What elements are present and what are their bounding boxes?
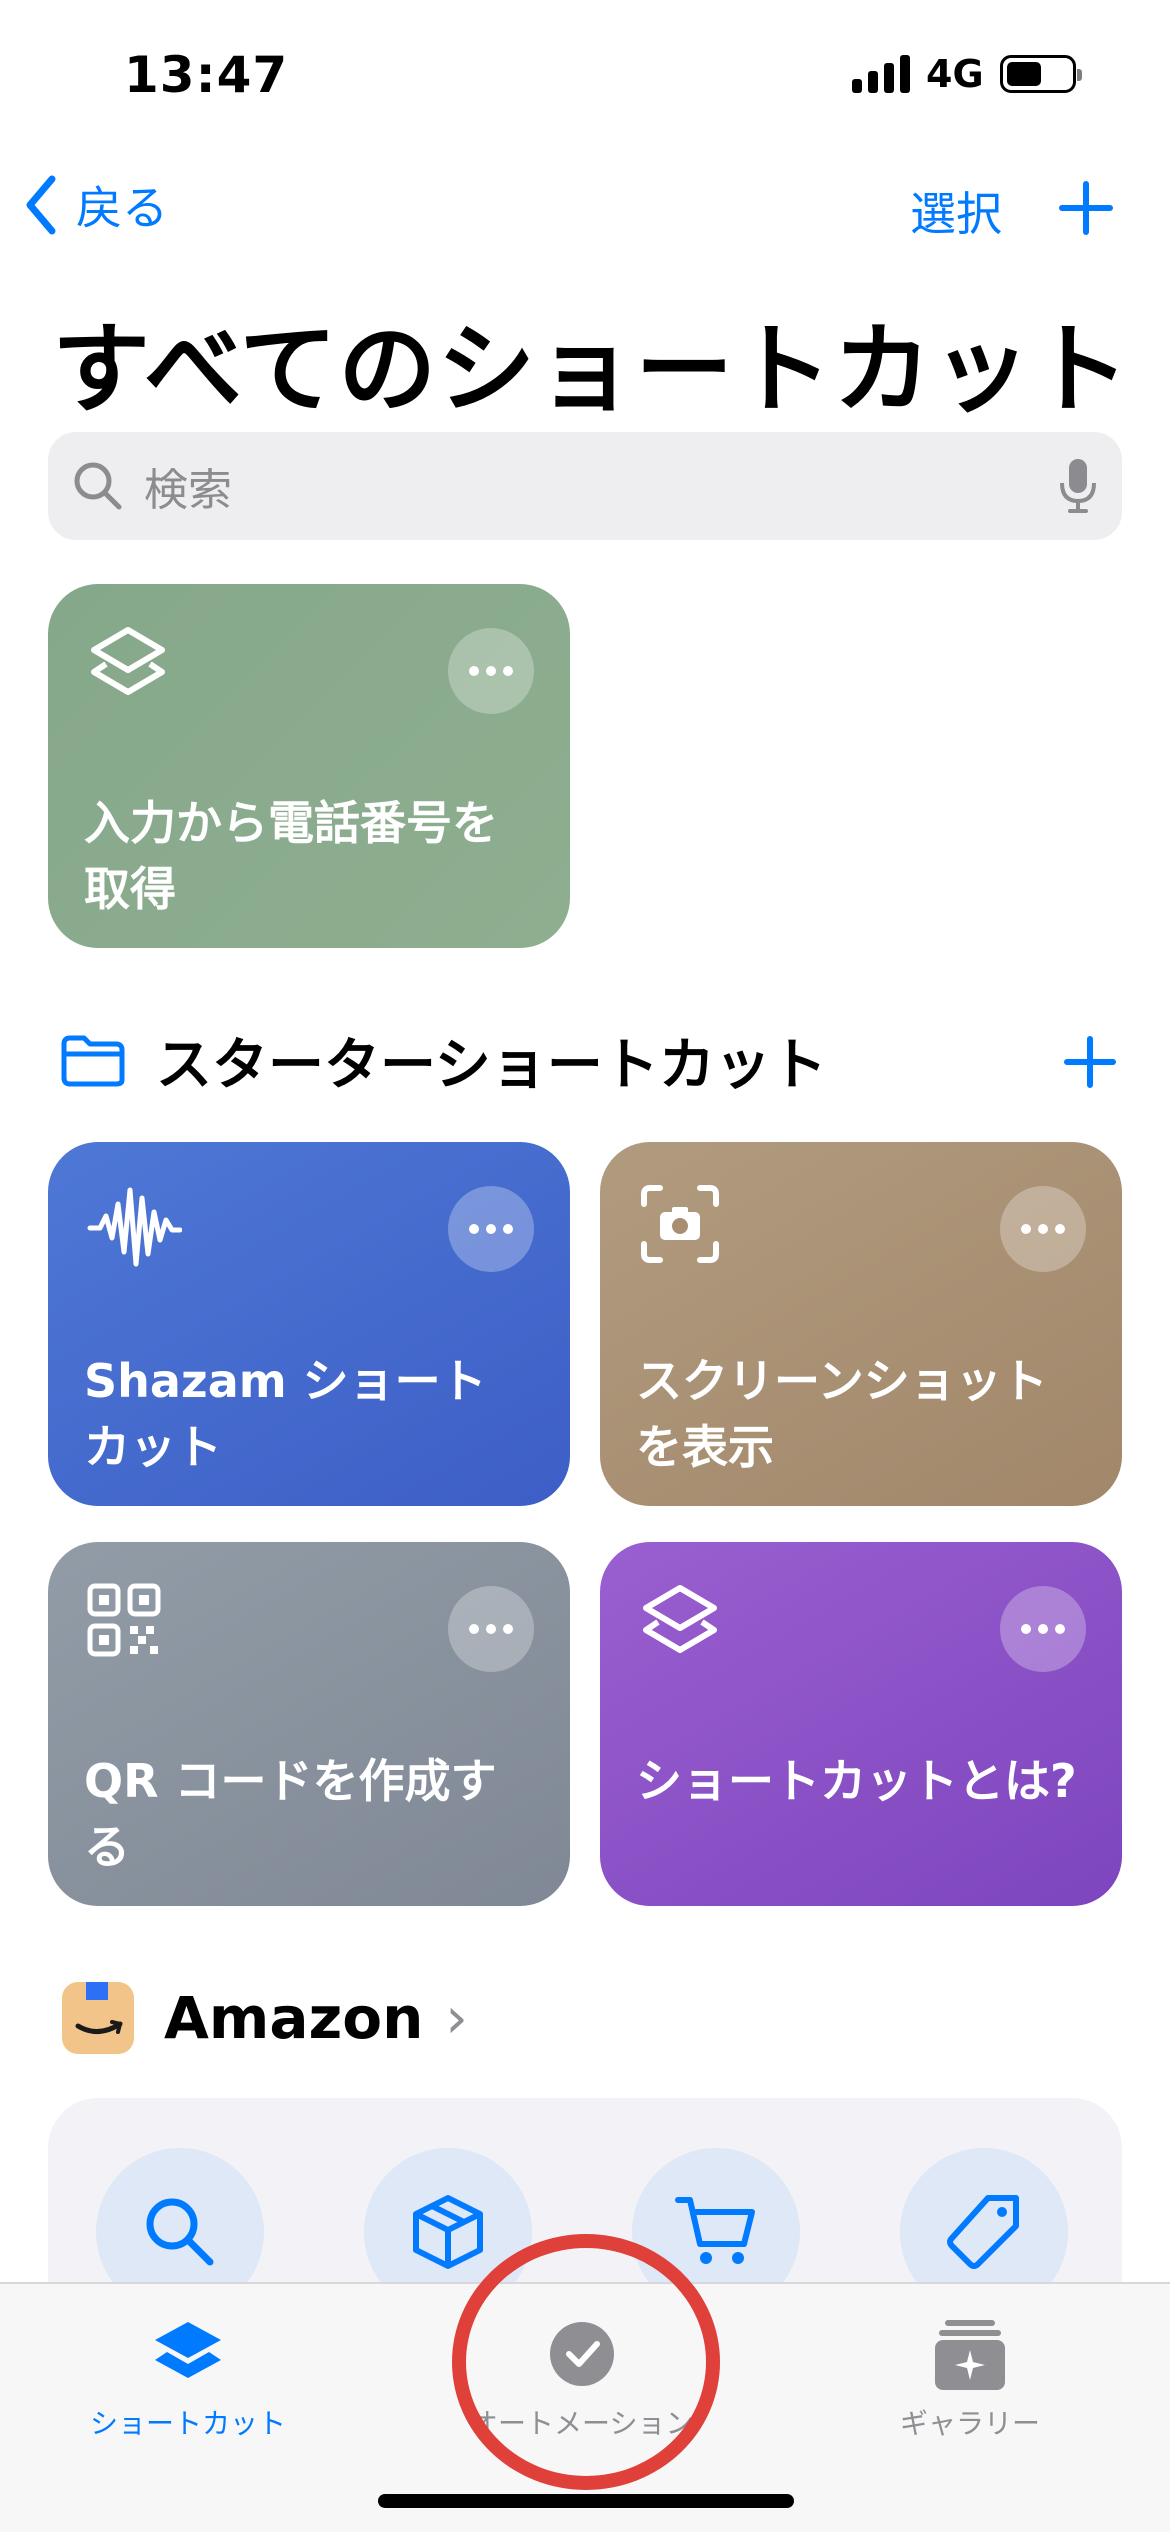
gallery-sparkle-icon: [935, 2320, 1005, 2390]
status-indicators: 4G: [852, 52, 1082, 96]
layers-icon: [91, 627, 165, 695]
amazon-section-title: Amazon: [164, 1984, 424, 2052]
more-options-button[interactable]: [448, 1586, 534, 1672]
layers-icon: [155, 2322, 221, 2378]
shortcut-card-create-qr-code[interactable]: QR コードを作成する: [48, 1542, 570, 1906]
tab-gallery[interactable]: ギャラリー: [900, 2318, 1040, 2442]
tab-label: ショートカット: [90, 2407, 287, 2440]
more-options-button[interactable]: [448, 628, 534, 714]
shortcut-card-show-screenshots[interactable]: スクリーンショットを表示: [600, 1142, 1122, 1506]
search-icon: [146, 2198, 214, 2266]
add-to-folder-button[interactable]: [1064, 1036, 1116, 1092]
screenshot-camera-icon: [641, 1185, 719, 1263]
layers-icon: [643, 1585, 717, 1653]
network-type: 4G: [926, 52, 984, 96]
shortcut-card-what-is-shortcuts[interactable]: ショートカットとは?: [600, 1542, 1122, 1906]
waveform-icon: [87, 1187, 182, 1267]
more-options-button[interactable]: [448, 1186, 534, 1272]
status-time: 13:47: [124, 46, 289, 104]
folder-icon: [61, 1035, 125, 1086]
back-label: 戻る: [76, 181, 168, 235]
shortcut-card-get-phone-number[interactable]: 入力から電話番号を取得: [48, 584, 570, 948]
section-title: スターターショートカット: [156, 1033, 827, 1098]
more-options-button[interactable]: [1000, 1186, 1086, 1272]
shortcut-card-shazam[interactable]: Shazam ショートカット: [48, 1142, 570, 1506]
select-button[interactable]: 選択: [910, 178, 1002, 244]
cart-icon: [675, 2197, 755, 2264]
tab-label: ギャラリー: [900, 2407, 1041, 2440]
amazon-app-icon: [62, 1982, 134, 2054]
shortcut-card-label: 入力から電話番号を取得: [84, 796, 498, 916]
shortcut-card-label: ショートカットとは?: [636, 1754, 1077, 1808]
shortcut-card-label: Shazam ショートカット: [84, 1354, 487, 1474]
page-title: すべてのショートカット: [52, 313, 1131, 427]
shortcut-card-label: スクリーンショットを表示: [636, 1354, 1048, 1474]
shortcut-card-label: QR コードを作成する: [84, 1754, 497, 1874]
starter-section-header: スターターショートカット: [60, 1020, 827, 1101]
more-options-button[interactable]: [1000, 1586, 1086, 1672]
search-field[interactable]: 検索: [48, 432, 1122, 540]
chevron-right-icon: ›: [445, 1985, 468, 2051]
search-placeholder: 検索: [144, 465, 232, 516]
amazon-section-header[interactable]: Amazon ›: [62, 1982, 468, 2054]
search-icon: [74, 462, 122, 510]
tag-icon: [947, 2195, 1019, 2269]
battery-icon: [999, 55, 1082, 93]
qrcode-icon: [87, 1583, 161, 1657]
microphone-icon[interactable]: [1058, 457, 1098, 515]
add-shortcut-button[interactable]: [1058, 180, 1114, 240]
back-button[interactable]: 戻る: [24, 172, 168, 238]
home-indicator[interactable]: [378, 2494, 794, 2508]
package-icon: [413, 2195, 483, 2269]
tab-shortcuts[interactable]: ショートカット: [90, 2318, 286, 2442]
cellular-signal-icon: [852, 55, 910, 93]
plus-icon: [1064, 1036, 1116, 1088]
chevron-left-icon: [26, 175, 56, 235]
annotation-circle: [452, 2234, 720, 2490]
plus-icon: [1059, 181, 1113, 235]
